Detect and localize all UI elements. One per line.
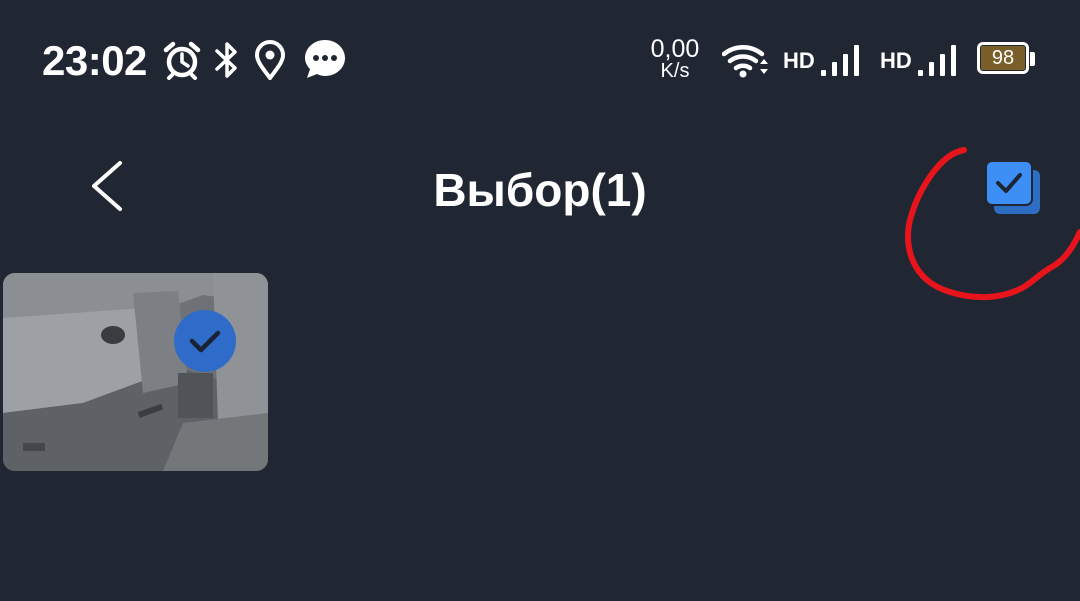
selected-badge	[174, 310, 236, 372]
status-bar: 23:02 0,00 K/s HD HD 98	[0, 0, 1080, 120]
network-speed: 0,00 K/s	[646, 35, 704, 83]
camera-snapshot-image	[3, 273, 268, 471]
sim2-hd-label: HD	[880, 48, 912, 73]
select-all-button[interactable]	[982, 158, 1046, 218]
status-time: 23:02	[42, 37, 147, 84]
wifi-icon	[721, 42, 770, 83]
network-speed-value: 0,00	[650, 35, 700, 63]
signal-bars-icon	[918, 42, 962, 83]
bluetooth-icon	[213, 40, 241, 85]
select-all-checkbox-icon	[985, 160, 1040, 214]
sim1-hd-label: HD	[783, 48, 815, 73]
location-icon	[253, 40, 287, 85]
battery-indicator: 98	[977, 42, 1037, 78]
header-bar: Выбор(1)	[0, 130, 1080, 250]
alarm-icon	[163, 40, 201, 85]
page-title: Выбор(1)	[433, 164, 647, 216]
media-thumbnail[interactable]	[3, 273, 268, 471]
sim2-signal: HD	[880, 42, 962, 78]
messages-icon	[303, 38, 347, 85]
signal-bars-icon	[821, 42, 865, 83]
battery-tip	[1030, 52, 1035, 66]
check-icon	[189, 330, 221, 353]
battery-level: 98	[991, 47, 1015, 69]
sim1-signal: HD	[783, 42, 865, 78]
network-speed-unit: K/s	[660, 60, 690, 82]
